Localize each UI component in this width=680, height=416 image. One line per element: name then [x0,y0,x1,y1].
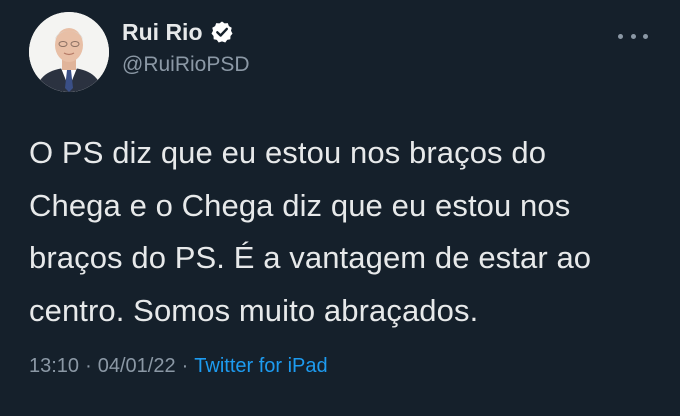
tweet-date[interactable]: 04/01/22 [98,352,176,380]
separator: · [181,355,189,377]
author-handle[interactable]: @RuiRioPSD [122,52,250,78]
tweet-time[interactable]: 13:10 [29,352,79,380]
author-name-row: Rui Rio [122,18,234,46]
tweet-meta: 13:10 · 04/01/22 · Twitter for iPad [29,352,328,380]
verified-badge-icon [210,20,234,44]
tweet-card: Rui Rio @RuiRioPSD O PS diz que eu estou… [0,0,680,416]
tweet-source-link[interactable]: Twitter for iPad [194,352,327,380]
profile-photo-icon [29,12,109,92]
separator: · [85,355,92,377]
more-options-icon [630,33,636,39]
more-options-icon [618,33,623,39]
tweet-text: O PS diz que eu estou nos braços do Cheg… [29,135,592,328]
more-options-icon [643,33,648,39]
author-name[interactable]: Rui Rio [122,18,203,46]
avatar[interactable] [29,12,109,92]
more-options-button[interactable] [618,28,648,44]
